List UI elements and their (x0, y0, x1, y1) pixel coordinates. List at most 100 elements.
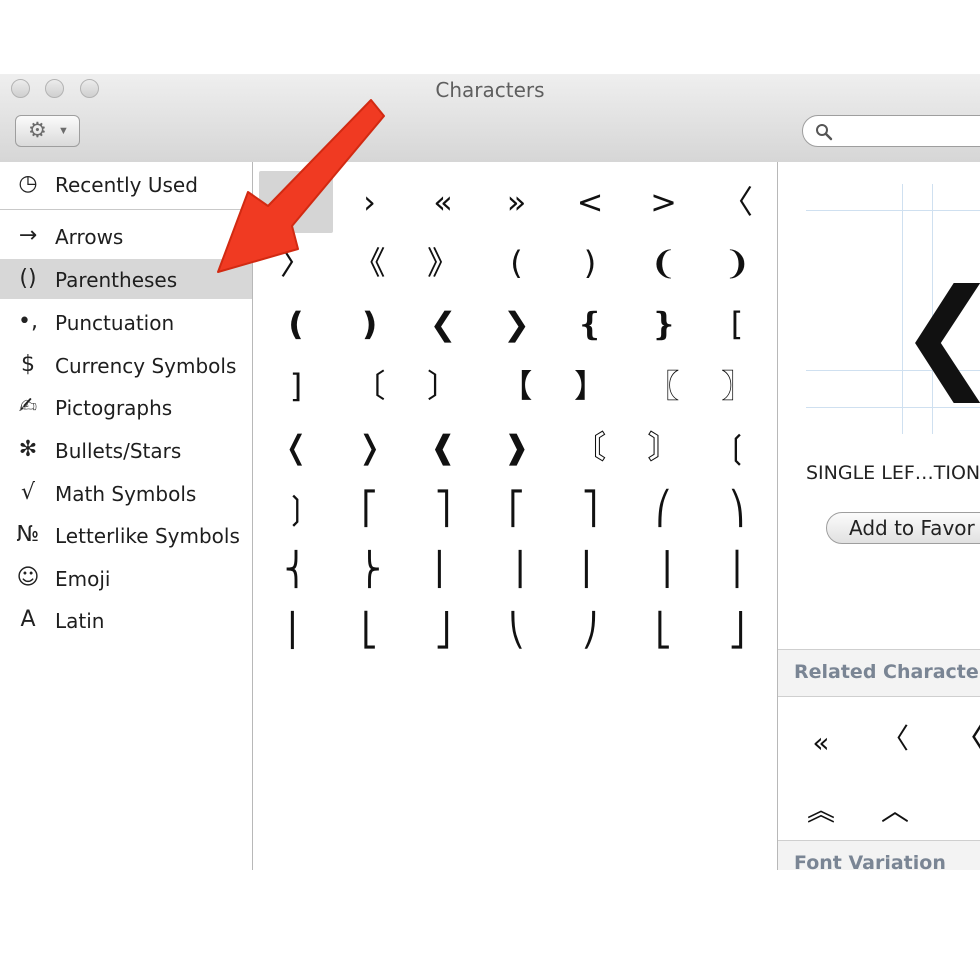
related-character[interactable]: ︽ (796, 786, 846, 836)
character-cell[interactable]: 〉 (259, 232, 333, 294)
character-cell[interactable]: ❳ (259, 477, 333, 539)
related-characters-header: Related Characte (778, 649, 980, 697)
sidebar-item-emoji[interactable]: ☺ Emoji (0, 558, 252, 598)
glyph-preview: ❮ (806, 184, 980, 434)
dollar-icon: $ (21, 352, 35, 377)
character-cell[interactable]: ❩ (700, 232, 774, 294)
character-cell[interactable]: ❰ (406, 416, 480, 478)
character-cell[interactable]: ⎤ (406, 477, 480, 539)
action-menu-button[interactable]: ⚙ ▼ (15, 115, 80, 147)
character-cell[interactable]: ⎦ (700, 599, 774, 661)
sidebar-item-label: Parentheses (55, 268, 178, 292)
character-cell[interactable]: ⎪ (700, 538, 774, 600)
character-cell[interactable]: ‹ (259, 171, 333, 233)
character-cell[interactable]: ⎝ (480, 599, 554, 661)
sidebar-item-label: Bullets/Stars (55, 439, 182, 463)
character-cell[interactable]: 〗 (700, 355, 774, 417)
related-character[interactable]: « (796, 718, 846, 768)
character-cell[interactable]: ⎞ (700, 477, 774, 539)
character-cell[interactable]: 〈 (700, 171, 774, 233)
numero-icon: № (16, 522, 40, 547)
font-variation-header: Font Variation (778, 840, 980, 870)
character-cell[interactable]: ⎤ (553, 477, 627, 539)
character-cell[interactable]: ⎦ (406, 599, 480, 661)
character-cell[interactable]: › (333, 171, 407, 233)
sidebar-item-arrows[interactable]: → Arrows (0, 216, 252, 256)
character-cell[interactable]: ⎜ (259, 599, 333, 661)
character-cell[interactable]: ❫ (333, 293, 407, 355)
sidebar-item-label: Arrows (55, 225, 124, 249)
character-cell[interactable]: ❪ (259, 293, 333, 355)
character-cell[interactable]: ❮ (406, 293, 480, 355)
character-cell[interactable]: ⎥ (627, 538, 701, 600)
character-cell[interactable]: 〕 (406, 355, 480, 417)
character-cell[interactable]: ❴ (553, 293, 627, 355)
character-cell[interactable]: ⎬ (333, 538, 407, 600)
character-cell[interactable]: ⎡ (480, 477, 554, 539)
sidebar-item-label: Math Symbols (55, 482, 197, 506)
title-bar: Characters ⚙ ▼ (0, 74, 980, 163)
character-cell[interactable]: ⎛ (627, 477, 701, 539)
character-cell[interactable]: ⎨ (259, 538, 333, 600)
character-cell[interactable]: ❱ (480, 416, 554, 478)
character-cell[interactable]: 《 (333, 232, 407, 294)
related-character[interactable]: 〈 (944, 714, 980, 764)
character-cell[interactable]: ⎟ (480, 538, 554, 600)
sidebar-item-label: Punctuation (55, 311, 175, 335)
clock-icon: ◷ (18, 171, 38, 196)
character-info-panel: ❮ SINGLE LEF…TION Add to Favor Related C… (777, 162, 980, 870)
character-cell[interactable]: ❵ (627, 293, 701, 355)
character-cell[interactable]: < (553, 171, 627, 233)
square-root-icon: √ (20, 480, 36, 505)
character-cell[interactable]: « (406, 171, 480, 233)
character-cell[interactable]: 》 (406, 232, 480, 294)
character-cell[interactable]: ⎠ (553, 599, 627, 661)
character-cell[interactable]: ) (553, 232, 627, 294)
related-character[interactable]: 〈 (870, 714, 920, 764)
window-title: Characters (435, 78, 545, 102)
sidebar-item-recently-used[interactable]: ◷ Recently Used (0, 164, 252, 204)
character-cell[interactable]: ⎢ (553, 538, 627, 600)
character-cell[interactable]: ❬ (259, 416, 333, 478)
sidebar-item-label: Pictographs (55, 396, 173, 420)
punctuation-icon: •, (18, 309, 38, 334)
character-cell[interactable]: ] (259, 355, 333, 417)
character-cell[interactable]: 【 (480, 355, 554, 417)
gear-icon: ⚙ (28, 119, 47, 142)
sidebar-item-parentheses[interactable]: () Parentheses (0, 259, 252, 299)
character-cell[interactable]: 】 (553, 355, 627, 417)
add-to-favorites-button[interactable]: Add to Favor (826, 512, 980, 544)
character-cell[interactable]: ⎡ (333, 477, 407, 539)
character-cell[interactable]: ❭ (333, 416, 407, 478)
sidebar-item-letterlike-symbols[interactable]: № Letterlike Symbols (0, 515, 252, 555)
character-cell[interactable]: ⎜ (406, 538, 480, 600)
search-input[interactable] (802, 115, 980, 147)
character-cell[interactable]: ❲ (700, 416, 774, 478)
chevron-down-icon: ▼ (58, 125, 69, 137)
character-cell[interactable]: ❨ (627, 232, 701, 294)
character-cell[interactable]: ❯ (480, 293, 554, 355)
character-cell[interactable]: [ (700, 293, 774, 355)
preview-guide-line (806, 210, 980, 211)
letter-a-icon: A (20, 607, 36, 632)
character-cell[interactable]: 〙 (627, 416, 701, 478)
sidebar-divider (0, 209, 252, 210)
sidebar-item-bullets-stars[interactable]: ✻ Bullets/Stars (0, 430, 252, 470)
character-cell[interactable]: ⎣ (333, 599, 407, 661)
character-cell[interactable]: » (480, 171, 554, 233)
sidebar-item-pictographs[interactable]: ✍ Pictographs (0, 387, 252, 427)
related-character[interactable]: ︿ (870, 786, 920, 836)
sidebar-item-math-symbols[interactable]: √ Math Symbols (0, 473, 252, 513)
character-name: SINGLE LEF…TION (806, 462, 980, 484)
sidebar-item-latin[interactable]: A Latin (0, 600, 252, 640)
sidebar-item-punctuation[interactable]: •, Punctuation (0, 302, 252, 342)
sidebar-item-currency-symbols[interactable]: $ Currency Symbols (0, 345, 252, 385)
parentheses-icon: () (19, 266, 37, 291)
character-cell[interactable]: 〘 (553, 416, 627, 478)
character-cell[interactable]: 〖 (627, 355, 701, 417)
character-cell[interactable]: ⎣ (627, 599, 701, 661)
character-grid: ‹ › «» < > 〈〉《》() ❨ ❩ ❪ ❫ ❮ ❯ ❴ ❵[] 〔〕【】〖〗 ❬ ❭ ❰ ❱ 〘〙 ❲ ❳ ⎡ ⎤ ⎡ ⎤… (253, 162, 777, 870)
character-cell[interactable]: > (627, 171, 701, 233)
character-cell[interactable]: ( (480, 232, 554, 294)
character-cell[interactable]: 〔 (333, 355, 407, 417)
